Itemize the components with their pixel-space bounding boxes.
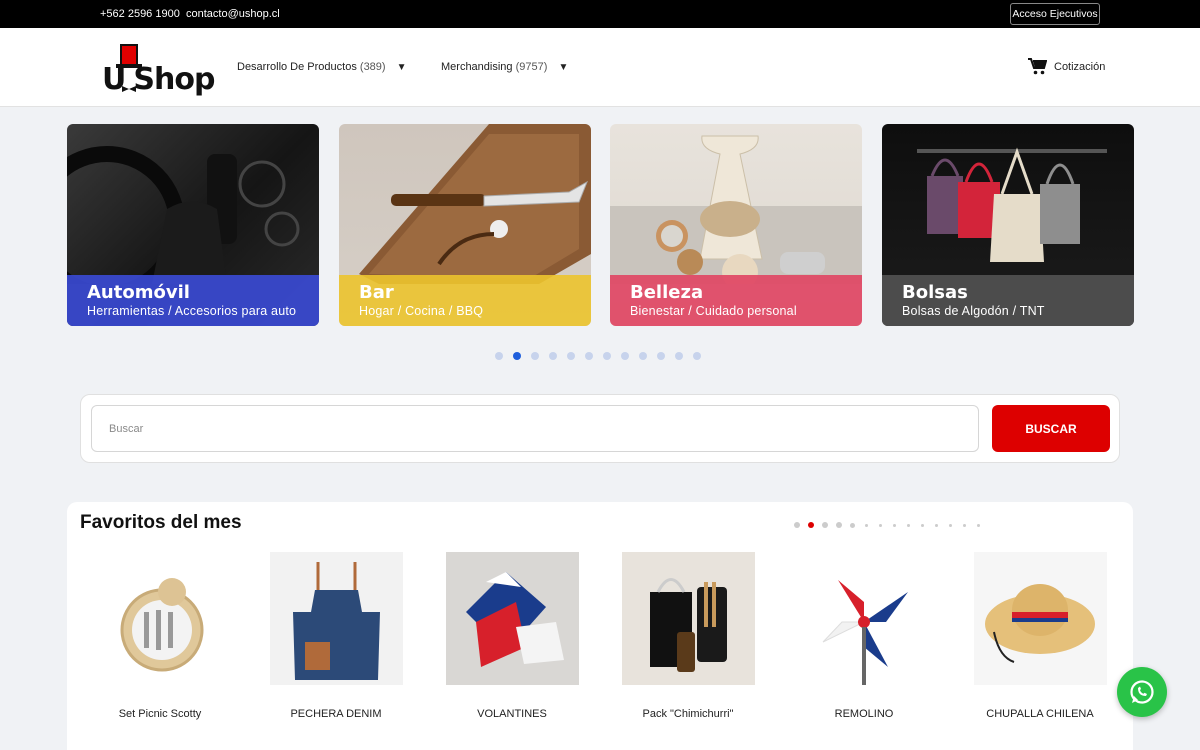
product-card[interactable]: VOLANTINES xyxy=(432,552,592,720)
logo-text: U Shop xyxy=(102,62,215,97)
product-name: CHUPALLA CHILENA xyxy=(986,708,1094,720)
phone-number[interactable]: +562 2596 1900 xyxy=(100,8,180,20)
favorites-dot[interactable] xyxy=(962,523,966,527)
dropdown-arrow-icon: ▼ xyxy=(396,62,407,73)
product-card[interactable]: REMOLINO xyxy=(784,552,944,720)
product-name: REMOLINO xyxy=(834,708,894,720)
whatsapp-icon xyxy=(1130,680,1154,704)
category-band: Bar Hogar / Cocina / BBQ xyxy=(339,275,591,326)
favorites-section: Favoritos del mes Set Picnic Scotty PECH… xyxy=(67,502,1133,750)
favorites-dot[interactable] xyxy=(906,523,910,527)
category-card-automovil[interactable]: Automóvil Herramientas / Accesorios para… xyxy=(67,124,319,326)
favorites-dot[interactable] xyxy=(934,523,938,527)
product-image xyxy=(797,552,931,685)
category-band: Automóvil Herramientas / Accesorios para… xyxy=(67,275,319,326)
cart-icon xyxy=(1028,58,1047,75)
category-title: Belleza xyxy=(630,282,704,303)
nav-count: (389) xyxy=(359,61,386,73)
carousel-dot[interactable] xyxy=(675,352,683,360)
carousel-dot-active[interactable] xyxy=(513,352,521,360)
carousel-dot[interactable] xyxy=(603,352,611,360)
category-subtitle: Hogar / Cocina / BBQ xyxy=(359,304,484,318)
search-button[interactable]: BUSCAR xyxy=(992,405,1110,452)
product-name: Set Picnic Scotty xyxy=(118,708,202,720)
category-title: Bar xyxy=(359,282,394,303)
favorites-dot[interactable] xyxy=(822,522,828,528)
carousel-dot[interactable] xyxy=(567,352,575,360)
category-subtitle: Herramientas / Accesorios para auto xyxy=(87,304,297,318)
favorites-title: Favoritos del mes xyxy=(80,512,242,533)
favorites-dot[interactable] xyxy=(878,523,882,527)
main-header: U Shop Desarrollo De Productos (389) ▼ Me… xyxy=(0,28,1200,107)
carousel-dot[interactable] xyxy=(639,352,647,360)
nav-count: (9757) xyxy=(515,61,548,73)
quote-cart-link[interactable]: Cotización xyxy=(1028,58,1105,75)
favorites-dot[interactable] xyxy=(836,522,842,528)
product-card[interactable]: CHUPALLA CHILENA xyxy=(960,552,1120,720)
category-title: Automóvil xyxy=(87,282,190,303)
category-band: Belleza Bienestar / Cuidado personal xyxy=(610,275,862,326)
category-band: Bolsas Bolsas de Algodón / TNT xyxy=(882,275,1134,326)
favorites-dot[interactable] xyxy=(920,523,924,527)
favorites-dot-active[interactable] xyxy=(808,522,814,528)
category-card-bar[interactable]: Bar Hogar / Cocina / BBQ xyxy=(339,124,591,326)
carousel-dot[interactable] xyxy=(657,352,665,360)
nav-label: Merchandising xyxy=(441,61,513,73)
carousel-dot[interactable] xyxy=(693,352,701,360)
product-card[interactable]: Pack "Chimichurri" xyxy=(608,552,768,720)
carousel-dot[interactable] xyxy=(585,352,593,360)
product-name: VOLANTINES xyxy=(477,708,547,720)
carousel-pagination xyxy=(495,352,701,360)
carousel-dot[interactable] xyxy=(495,352,503,360)
category-subtitle: Bolsas de Algodón / TNT xyxy=(902,304,1045,318)
product-name: PECHERA DENIM xyxy=(290,708,382,720)
favorites-dot[interactable] xyxy=(864,523,868,527)
category-card-bolsas[interactable]: Bolsas Bolsas de Algodón / TNT xyxy=(882,124,1134,326)
carousel-dot[interactable] xyxy=(549,352,557,360)
nav-label: Desarrollo De Productos xyxy=(237,61,357,73)
search-bar: BUSCAR xyxy=(80,394,1120,463)
category-card-belleza[interactable]: Belleza Bienestar / Cuidado personal xyxy=(610,124,862,326)
favorites-pagination xyxy=(794,522,981,528)
favorites-dot[interactable] xyxy=(794,522,800,528)
product-image xyxy=(445,552,579,685)
product-image xyxy=(621,552,755,685)
carousel-dot[interactable] xyxy=(531,352,539,360)
product-name: Pack "Chimichurri" xyxy=(642,708,734,720)
nav-merchandising[interactable]: Merchandising (9757) ▼ xyxy=(441,61,568,73)
product-card[interactable]: PECHERA DENIM xyxy=(256,552,416,720)
email-link[interactable]: contacto@ushop.cl xyxy=(186,8,280,20)
executive-access-button[interactable]: Acceso Ejecutivos xyxy=(1010,3,1100,25)
product-image xyxy=(973,552,1107,685)
carousel-dot[interactable] xyxy=(621,352,629,360)
favorites-dot[interactable] xyxy=(850,522,855,528)
quote-label: Cotización xyxy=(1054,60,1106,73)
nav-desarrollo-productos[interactable]: Desarrollo De Productos (389) ▼ xyxy=(237,61,407,73)
search-input[interactable] xyxy=(91,405,979,452)
product-image xyxy=(93,552,227,685)
top-bar: +562 2596 1900 contacto@ushop.cl Acceso … xyxy=(0,0,1200,28)
favorites-dot[interactable] xyxy=(948,523,952,527)
category-subtitle: Bienestar / Cuidado personal xyxy=(630,304,797,318)
dropdown-arrow-icon: ▼ xyxy=(558,62,569,73)
favorites-dot[interactable] xyxy=(976,523,980,527)
favorites-dot[interactable] xyxy=(892,523,896,527)
whatsapp-button[interactable] xyxy=(1117,667,1167,717)
product-image xyxy=(269,552,403,685)
category-title: Bolsas xyxy=(902,282,968,303)
product-card[interactable]: Set Picnic Scotty xyxy=(80,552,240,720)
ushop-logo[interactable]: U Shop xyxy=(100,42,215,97)
